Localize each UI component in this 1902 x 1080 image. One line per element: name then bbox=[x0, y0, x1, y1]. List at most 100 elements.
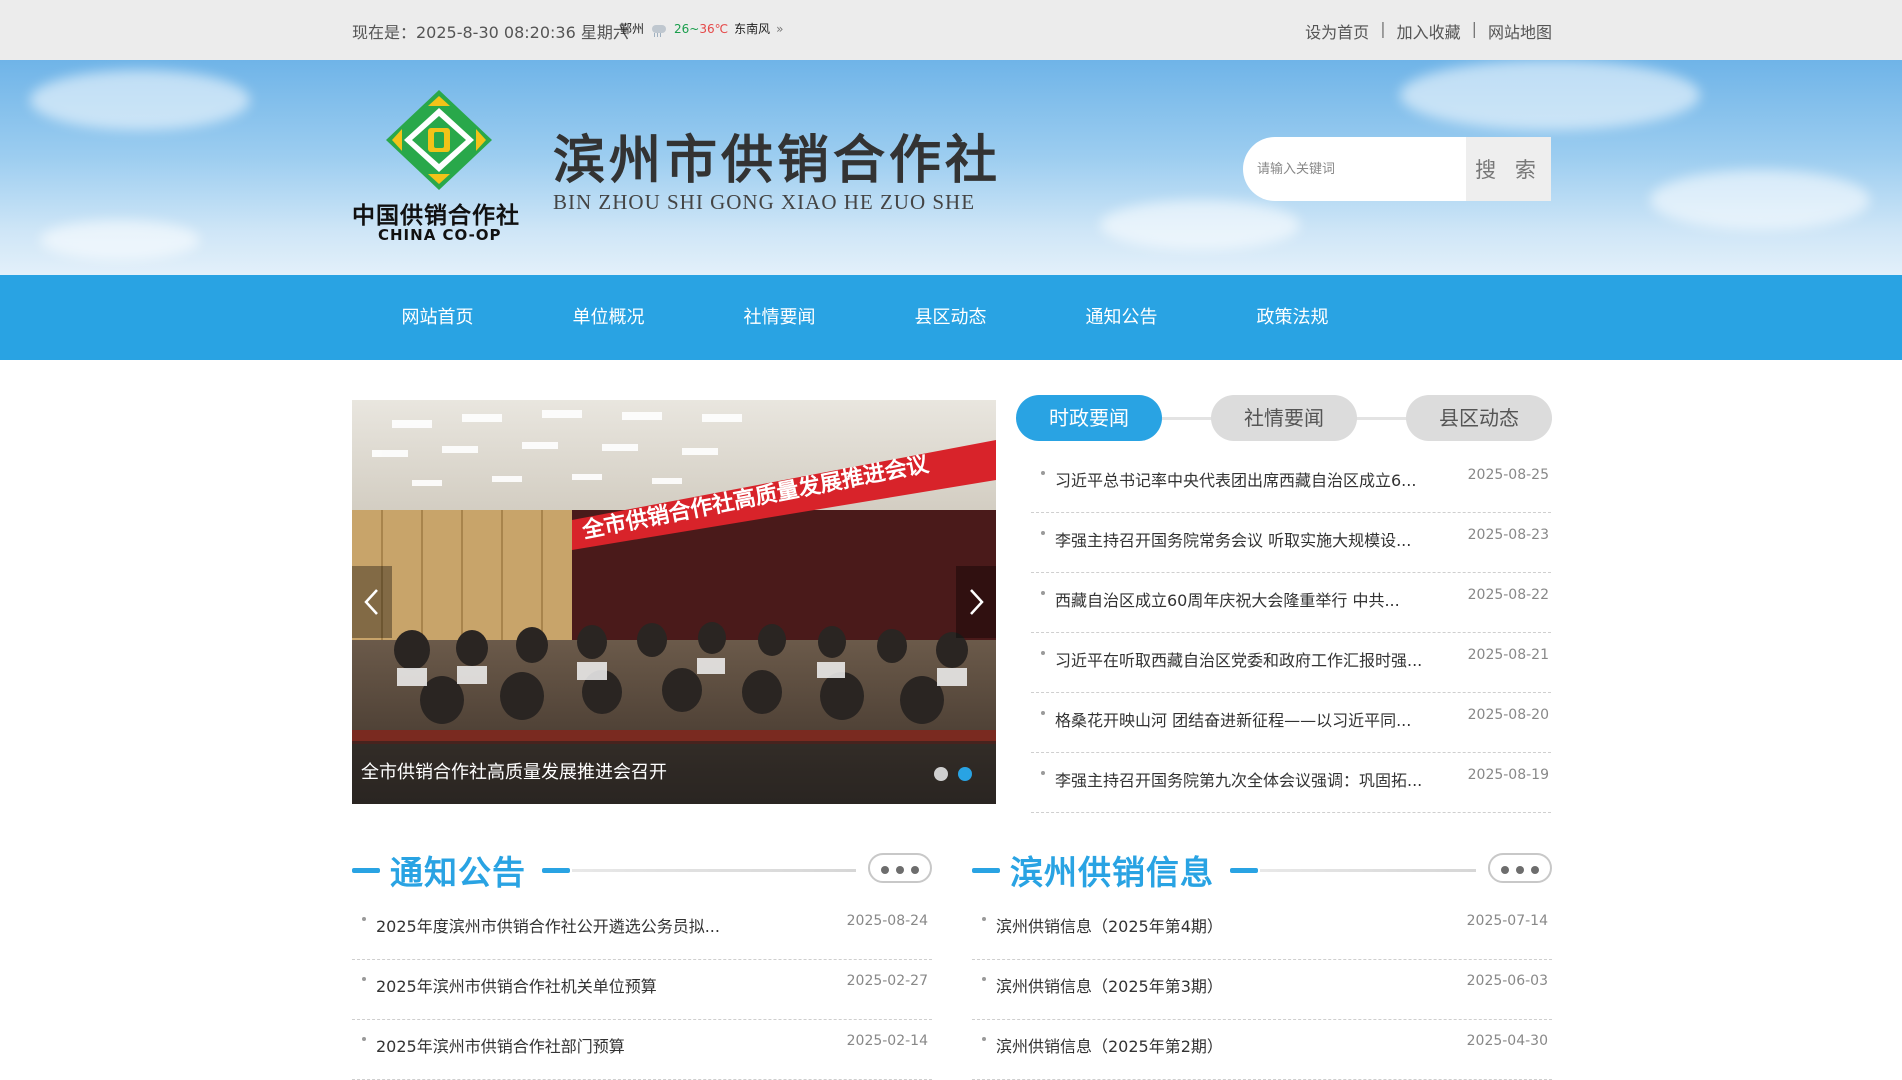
site-subtitle: BIN ZHOU SHI GONG XIAO HE ZUO SHE bbox=[553, 190, 976, 214]
set-homepage-link[interactable]: 设为首页 bbox=[1305, 19, 1369, 43]
news-title[interactable]: 李强主持召开国务院第九次全体会议强调：巩固拓... bbox=[1055, 767, 1422, 791]
weather-city: 鄞州 bbox=[620, 22, 645, 36]
chevron-left-icon bbox=[364, 589, 378, 615]
sky-cloud bbox=[40, 220, 200, 260]
nav-item-home[interactable]: 网站首页 bbox=[352, 275, 523, 360]
bullet-icon bbox=[1041, 711, 1045, 715]
news-title[interactable]: 李强主持召开国务院常务会议 听取实施大规模设... bbox=[1055, 527, 1411, 551]
list-item[interactable]: 2025年度滨州市供销合作社公开遴选公务员拟... 2025-08-24 bbox=[352, 900, 932, 960]
news-title[interactable]: 习近平总书记率中央代表团出席西藏自治区成立6... bbox=[1055, 467, 1416, 491]
tab-county-news[interactable]: 县区动态 bbox=[1406, 395, 1552, 441]
weather-more-icon[interactable]: » bbox=[776, 22, 783, 36]
bullet-icon bbox=[362, 917, 366, 921]
notices-section-header: 通知公告 bbox=[352, 844, 932, 894]
title-dash bbox=[1230, 868, 1258, 873]
list-item[interactable]: 习近平总书记率中央代表团出席西藏自治区成立6... 2025-08-25 bbox=[1031, 453, 1551, 513]
bullet-icon bbox=[1041, 771, 1045, 775]
nav-item-about[interactable]: 单位概况 bbox=[523, 275, 694, 360]
nav-item-notices[interactable]: 通知公告 bbox=[1036, 275, 1207, 360]
notices-more-button[interactable] bbox=[868, 853, 932, 883]
notices-list: 2025年度滨州市供销合作社公开遴选公务员拟... 2025-08-24 2025… bbox=[352, 900, 932, 1080]
news-date: 2025-08-20 bbox=[1467, 707, 1549, 723]
news-title[interactable]: 习近平在听取西藏自治区党委和政府工作汇报时强... bbox=[1055, 647, 1422, 671]
bullet-icon bbox=[982, 1037, 986, 1041]
search-box: 搜 索 bbox=[1243, 137, 1551, 201]
supply-info-item-title[interactable]: 滨州供销信息（2025年第4期） bbox=[996, 913, 1223, 937]
image-carousel[interactable]: 全市供销合作社高质量发展推进会议 全市供销合作社高质量发展推进会召开 bbox=[352, 400, 996, 804]
chevron-right-icon bbox=[970, 589, 984, 615]
notice-date: 2025-02-14 bbox=[846, 1033, 928, 1049]
sky-cloud bbox=[1100, 200, 1300, 250]
supply-info-item-title[interactable]: 滨州供销信息（2025年第2期） bbox=[996, 1033, 1223, 1057]
news-tabs: 时政要闻 社情要闻 县区动态 bbox=[1016, 395, 1552, 441]
news-list: 习近平总书记率中央代表团出席西藏自治区成立6... 2025-08-25 李强主持… bbox=[1031, 453, 1551, 813]
news-date: 2025-08-22 bbox=[1467, 587, 1549, 603]
list-item[interactable]: 2025年滨州市供销合作社机关单位预算 2025-02-27 bbox=[352, 960, 932, 1020]
notices-title: 通知公告 bbox=[390, 853, 526, 892]
title-dash bbox=[352, 868, 380, 873]
sky-cloud bbox=[1650, 170, 1870, 230]
carousel-prev-button[interactable] bbox=[352, 566, 392, 638]
list-item[interactable]: 滨州供销信息（2025年第2期） 2025-04-30 bbox=[972, 1020, 1552, 1080]
list-item[interactable]: 2025年滨州市供销合作社部门预算 2025-02-14 bbox=[352, 1020, 932, 1080]
list-item[interactable]: 西藏自治区成立60周年庆祝大会隆重举行 中共... 2025-08-22 bbox=[1031, 573, 1551, 633]
rain-cloud-icon bbox=[650, 22, 668, 37]
carousel-caption[interactable]: 全市供销合作社高质量发展推进会召开 bbox=[361, 758, 667, 784]
notice-date: 2025-02-27 bbox=[846, 973, 928, 989]
weather-temperature: 26~36℃ bbox=[674, 21, 729, 36]
notice-title[interactable]: 2025年滨州市供销合作社部门预算 bbox=[376, 1033, 625, 1057]
logo-chinese-text: 中国供销合作社 bbox=[352, 203, 520, 229]
notice-title[interactable]: 2025年滨州市供销合作社机关单位预算 bbox=[376, 973, 657, 997]
tab-society-news[interactable]: 社情要闻 bbox=[1211, 395, 1357, 441]
carousel-dot[interactable] bbox=[934, 767, 948, 781]
supply-info-item-date: 2025-07-14 bbox=[1466, 913, 1548, 929]
notice-title[interactable]: 2025年度滨州市供销合作社公开遴选公务员拟... bbox=[376, 913, 720, 937]
supply-info-item-title[interactable]: 滨州供销信息（2025年第3期） bbox=[996, 973, 1223, 997]
weather-wind: 东南风 bbox=[734, 22, 771, 36]
section-rule bbox=[572, 869, 856, 872]
add-favorite-link[interactable]: 加入收藏 bbox=[1397, 19, 1461, 43]
bullet-icon bbox=[362, 1037, 366, 1041]
sky-cloud bbox=[30, 70, 250, 130]
news-title[interactable]: 西藏自治区成立60周年庆祝大会隆重举行 中共... bbox=[1055, 587, 1400, 611]
carousel-next-button[interactable] bbox=[956, 566, 996, 638]
list-item[interactable]: 李强主持召开国务院第九次全体会议强调：巩固拓... 2025-08-19 bbox=[1031, 753, 1551, 813]
site-title: 滨州市供销合作社 bbox=[553, 131, 1002, 191]
notice-date: 2025-08-24 bbox=[846, 913, 928, 929]
bullet-icon bbox=[1041, 651, 1045, 655]
bullet-icon bbox=[982, 977, 986, 981]
list-item[interactable]: 习近平在听取西藏自治区党委和政府工作汇报时强... 2025-08-21 bbox=[1031, 633, 1551, 693]
list-item[interactable]: 滨州供销信息（2025年第3期） 2025-06-03 bbox=[972, 960, 1552, 1020]
nav-item-county-news[interactable]: 县区动态 bbox=[865, 275, 1036, 360]
weather-widget[interactable]: 鄞州 26~36℃ 东南风 » bbox=[620, 20, 783, 37]
top-links: 设为首页 | 加入收藏 | 网站地图 bbox=[1305, 19, 1552, 43]
supply-info-item-date: 2025-06-03 bbox=[1466, 973, 1548, 989]
news-date: 2025-08-25 bbox=[1467, 467, 1549, 483]
supply-info-list: 滨州供销信息（2025年第4期） 2025-07-14 滨州供销信息（2025年第… bbox=[972, 900, 1552, 1080]
list-item[interactable]: 李强主持召开国务院常务会议 听取实施大规模设... 2025-08-23 bbox=[1031, 513, 1551, 573]
nav-item-policies[interactable]: 政策法规 bbox=[1207, 275, 1378, 360]
supply-info-section-header: 滨州供销信息 bbox=[972, 844, 1552, 894]
news-date: 2025-08-21 bbox=[1467, 647, 1549, 663]
main-nav: 网站首页 单位概况 社情要闻 县区动态 通知公告 政策法规 bbox=[0, 275, 1902, 360]
carousel-dots bbox=[934, 767, 972, 781]
divider: | bbox=[1380, 19, 1386, 38]
news-date: 2025-08-19 bbox=[1467, 767, 1549, 783]
search-input[interactable] bbox=[1243, 137, 1466, 201]
top-bar: 现在是：2025-8-30 08:20:36 星期六 鄞州 26~36℃ 东南风… bbox=[0, 0, 1902, 60]
divider: | bbox=[1471, 19, 1477, 38]
news-title[interactable]: 格桑花开映山河 团结奋进新征程——以习近平同... bbox=[1055, 707, 1411, 731]
title-dash bbox=[972, 868, 1000, 873]
list-item[interactable]: 滨州供销信息（2025年第4期） 2025-07-14 bbox=[972, 900, 1552, 960]
nav-item-society-news[interactable]: 社情要闻 bbox=[694, 275, 865, 360]
sitemap-link[interactable]: 网站地图 bbox=[1488, 19, 1552, 43]
news-date: 2025-08-23 bbox=[1467, 527, 1549, 543]
tab-current-affairs[interactable]: 时政要闻 bbox=[1016, 395, 1162, 441]
sky-cloud bbox=[1400, 60, 1700, 130]
list-item[interactable]: 格桑花开映山河 团结奋进新征程——以习近平同... 2025-08-20 bbox=[1031, 693, 1551, 753]
supply-info-item-date: 2025-04-30 bbox=[1466, 1033, 1548, 1049]
search-button[interactable]: 搜 索 bbox=[1466, 137, 1551, 201]
carousel-dot-active[interactable] bbox=[958, 767, 972, 781]
bullet-icon bbox=[1041, 471, 1045, 475]
supply-info-more-button[interactable] bbox=[1488, 853, 1552, 883]
